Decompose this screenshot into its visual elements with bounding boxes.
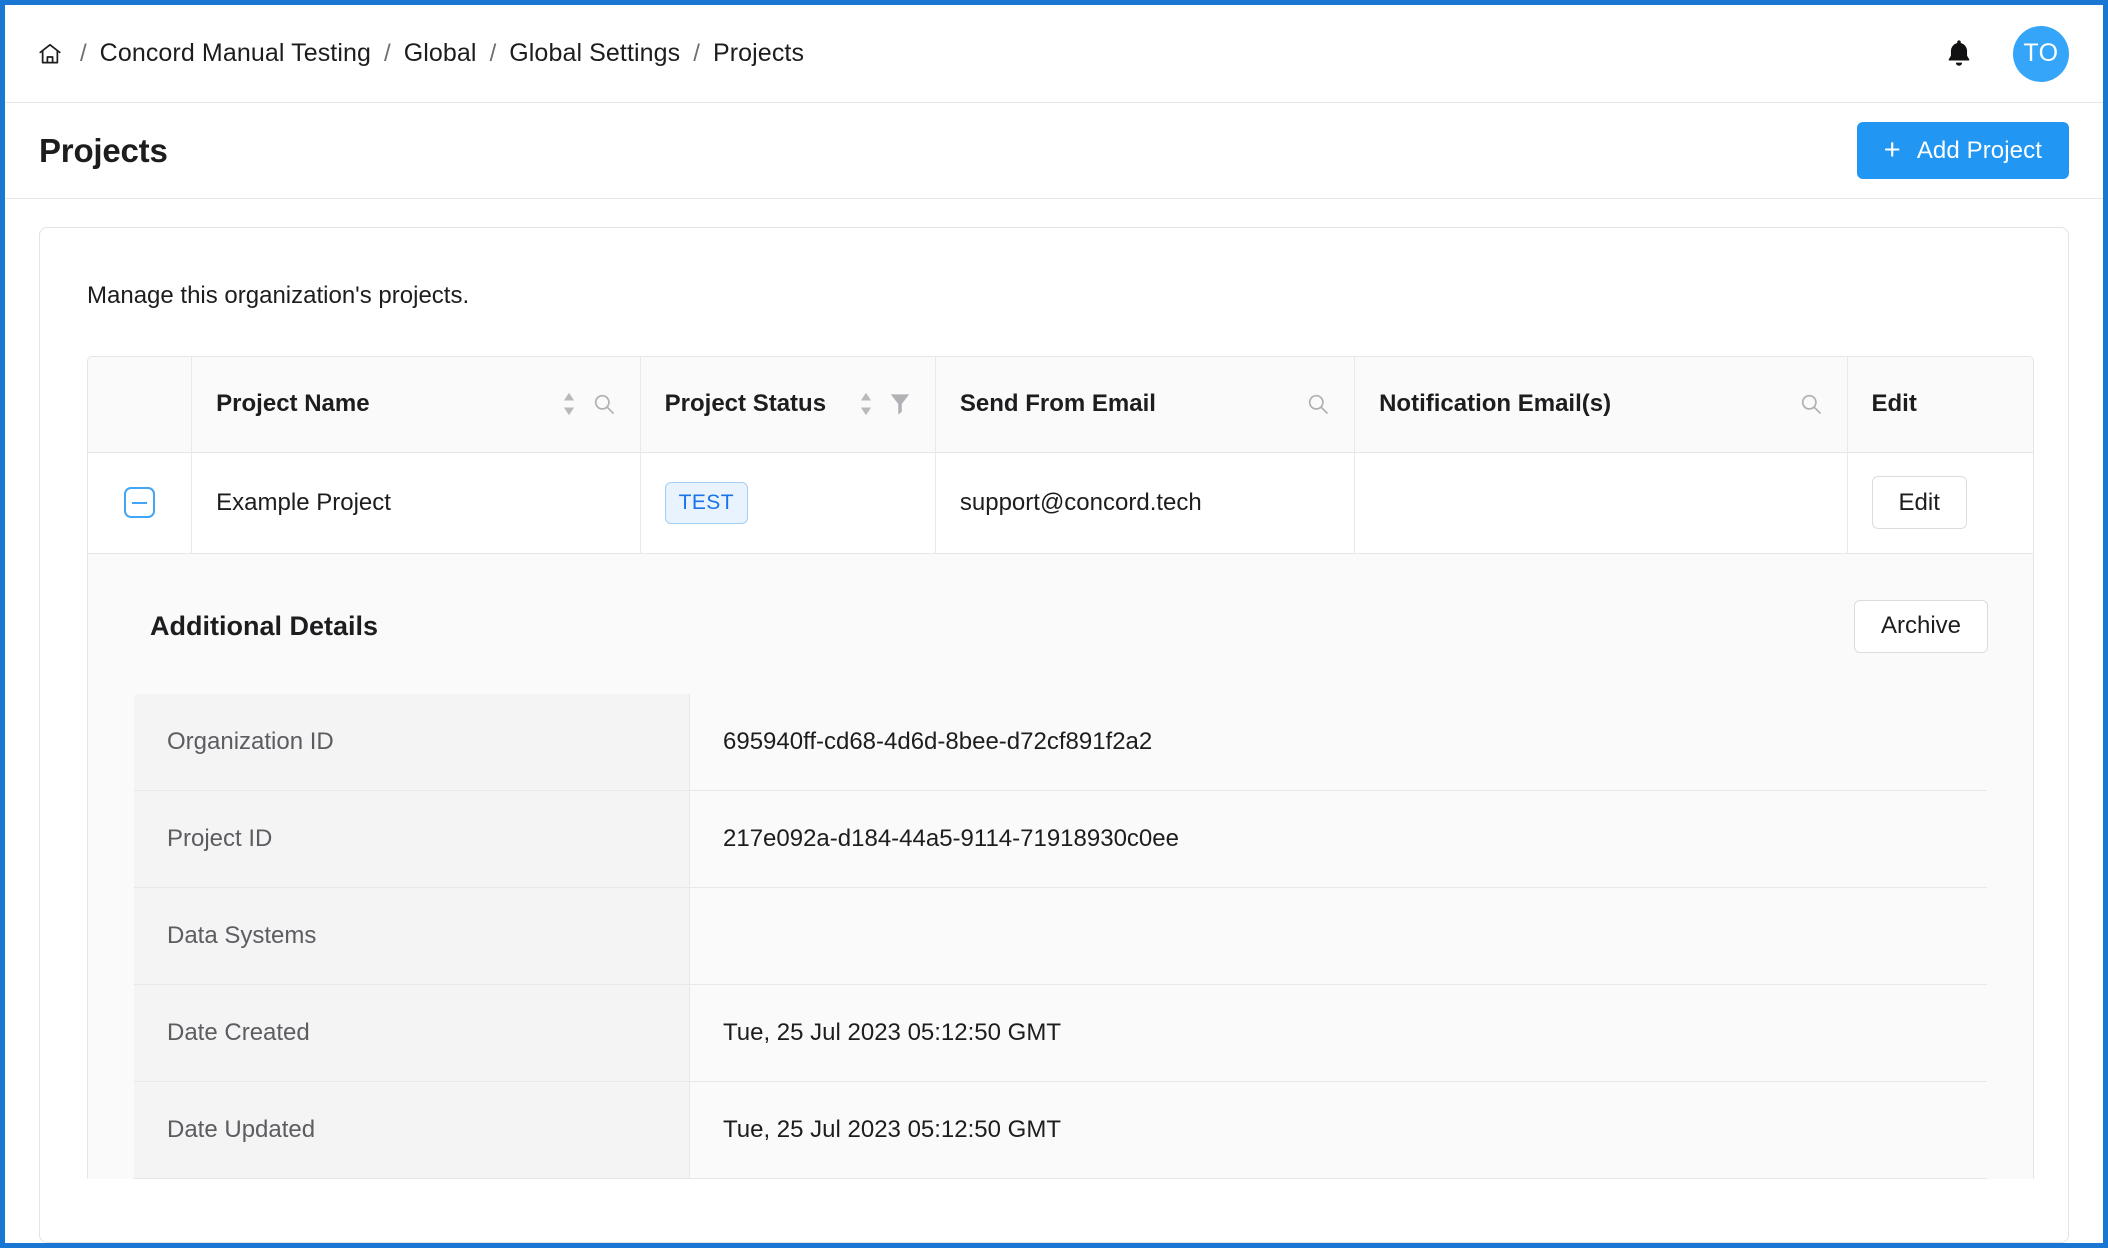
cell-notification-emails <box>1354 452 1848 554</box>
additional-details-header: Additional Details Archive <box>133 599 1988 653</box>
header-cell-send-from-email[interactable]: Send From Email <box>935 357 1356 453</box>
additional-details-panel: Additional Details Archive Organization … <box>87 553 2034 1179</box>
breadcrumb-separator-1: / <box>384 39 391 67</box>
breadcrumb-item-global-settings[interactable]: Global Settings <box>509 39 680 68</box>
filter-icon[interactable] <box>889 392 911 416</box>
sort-icon[interactable] <box>560 391 578 417</box>
archive-button[interactable]: Archive <box>1853 599 1988 653</box>
cell-project-status: TEST <box>640 452 936 554</box>
detail-value-date-created: Tue, 25 Jul 2023 05:12:50 GMT <box>689 984 1987 1082</box>
page-header: Projects + Add Project <box>5 103 2103 199</box>
additional-details-body: Organization ID 695940ff-cd68-4d6d-8bee-… <box>134 693 1987 1179</box>
header-label-project-status: Project Status <box>664 390 827 418</box>
breadcrumb-item-projects[interactable]: Projects <box>713 39 804 68</box>
header-icons-project-status <box>857 391 911 417</box>
breadcrumb-item-global[interactable]: Global <box>404 39 477 68</box>
top-bar: / Concord Manual Testing / Global / Glob… <box>5 5 2103 103</box>
bell-icon[interactable] <box>1939 34 1979 74</box>
app-window: / Concord Manual Testing / Global / Glob… <box>0 0 2108 1248</box>
breadcrumb-separator-2: / <box>489 39 497 67</box>
detail-value-project-id: 217e092a-d184-44a5-9114-71918930c0ee <box>689 790 1987 888</box>
detail-value-organization-id: 695940ff-cd68-4d6d-8bee-d72cf891f2a2 <box>689 693 1987 791</box>
status-badge: TEST <box>664 481 748 524</box>
page-title: Projects <box>39 131 168 169</box>
cell-project-name: Example Project <box>191 452 641 554</box>
projects-card: Manage this organization's projects. Pro… <box>39 227 2069 1243</box>
detail-row-date-created: Date Created Tue, 25 Jul 2023 05:12:50 G… <box>134 984 1987 1082</box>
projects-table: Project Name Project Status Send From Em… <box>88 357 2033 554</box>
add-project-label: Add Project <box>1916 136 2042 164</box>
header-label-send-from-email: Send From Email <box>959 390 1156 418</box>
header-label-edit: Edit <box>1871 390 1917 418</box>
detail-label-date-updated: Date Updated <box>134 1081 690 1179</box>
projects-table-wrapper: Project Name Project Status Send From Em… <box>87 356 2034 554</box>
search-icon[interactable] <box>1799 392 1823 416</box>
header-label-notification-emails: Notification Email(s) <box>1379 390 1612 418</box>
detail-row-data-systems: Data Systems <box>134 887 1987 985</box>
avatar[interactable]: TO <box>2013 25 2069 82</box>
row-expand-cell <box>88 452 193 554</box>
plus-icon: + <box>1883 134 1901 166</box>
detail-label-data-systems: Data Systems <box>134 887 690 985</box>
detail-row-date-updated: Date Updated Tue, 25 Jul 2023 05:12:50 G… <box>134 1081 1987 1179</box>
detail-value-data-systems <box>689 887 1987 985</box>
cell-edit: Edit <box>1847 452 2033 554</box>
detail-label-project-id: Project ID <box>134 790 690 888</box>
projects-table-head: Project Name Project Status Send From Em… <box>88 357 2033 453</box>
header-label-project-name: Project Name <box>216 390 370 418</box>
detail-row-project-id: Project ID 217e092a-d184-44a5-9114-71918… <box>134 790 1987 888</box>
breadcrumb-separator-0: / <box>80 39 87 67</box>
detail-label-date-created: Date Created <box>134 984 690 1082</box>
breadcrumb-item-org[interactable]: Concord Manual Testing <box>100 39 371 68</box>
detail-row-organization-id: Organization ID 695940ff-cd68-4d6d-8bee-… <box>134 693 1987 791</box>
search-icon[interactable] <box>1306 392 1330 416</box>
detail-label-organization-id: Organization ID <box>134 693 690 791</box>
header-cell-toggle <box>88 357 193 453</box>
edit-button[interactable]: Edit <box>1871 476 1967 529</box>
table-header-row: Project Name Project Status Send From Em… <box>88 357 2033 453</box>
breadcrumb-separator-3: / <box>693 39 700 67</box>
sort-icon[interactable] <box>857 391 875 417</box>
minus-icon <box>132 501 148 504</box>
header-icons-send-from-email <box>1306 392 1330 416</box>
table-row: Example Project TEST support@concord.tec… <box>88 452 2033 554</box>
card-description: Manage this organization's projects. <box>87 282 470 309</box>
collapse-row-toggle[interactable] <box>124 487 156 518</box>
detail-value-date-updated: Tue, 25 Jul 2023 05:12:50 GMT <box>689 1081 1987 1179</box>
cell-send-from-email: support@concord.tech <box>935 452 1356 554</box>
additional-details-table: Organization ID 695940ff-cd68-4d6d-8bee-… <box>133 692 1988 1179</box>
header-cell-edit: Edit <box>1847 357 2033 453</box>
add-project-button[interactable]: + Add Project <box>1856 122 2069 179</box>
projects-table-body: Example Project TEST support@concord.tec… <box>88 452 2033 554</box>
search-icon[interactable] <box>592 392 616 416</box>
additional-details-title: Additional Details <box>150 610 379 641</box>
header-cell-notification-emails[interactable]: Notification Email(s) <box>1354 357 1848 453</box>
avatar-initials: TO <box>2023 39 2059 67</box>
top-bar-actions: TO <box>1939 25 2069 82</box>
header-cell-project-name[interactable]: Project Name <box>191 357 641 453</box>
header-icons-project-name <box>560 391 616 417</box>
breadcrumb: / Concord Manual Testing / Global / Glob… <box>35 39 1939 69</box>
home-icon[interactable] <box>35 39 65 69</box>
header-icons-notification-emails <box>1799 392 1823 416</box>
content-area: Manage this organization's projects. Pro… <box>5 199 2103 1243</box>
header-cell-project-status[interactable]: Project Status <box>640 357 936 453</box>
